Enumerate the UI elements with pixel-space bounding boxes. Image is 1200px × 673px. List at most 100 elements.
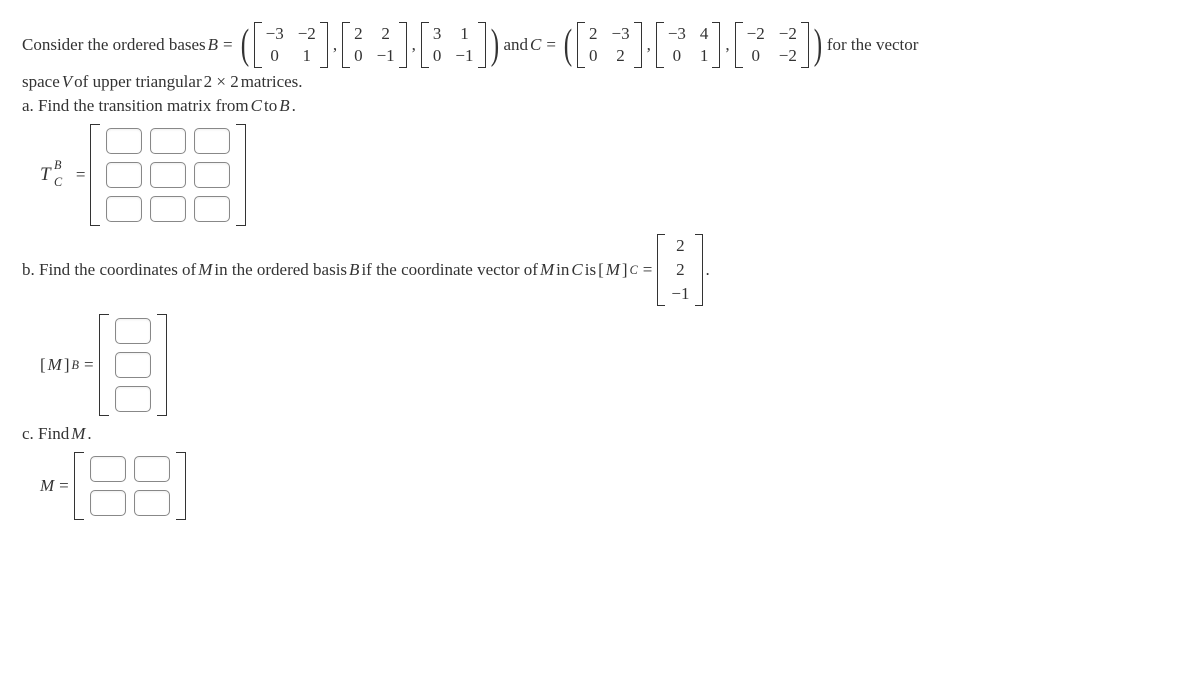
is-text: is	[585, 260, 596, 280]
part-a-text: a. Find the transition matrix from C to …	[22, 96, 1178, 116]
C-matrix-2: −3 4 01	[656, 22, 721, 68]
tcb-input-3-1[interactable]	[106, 196, 142, 222]
tcb-input-2-1[interactable]	[106, 162, 142, 188]
cell: −1	[455, 46, 473, 66]
cell: 0	[266, 46, 284, 66]
sub-C: C	[630, 263, 638, 278]
sym-M: M	[71, 424, 85, 444]
intro-text-4: of upper triangular	[74, 72, 201, 92]
comma: ,	[330, 35, 340, 55]
tcb-input-1-3[interactable]	[194, 128, 230, 154]
cell: −2	[779, 46, 797, 66]
two-by-two: 2 × 2	[204, 72, 239, 92]
rparen-B: )	[490, 24, 498, 66]
cell: −3	[266, 24, 284, 44]
tcb-input-1-2[interactable]	[150, 128, 186, 154]
comma: ,	[644, 35, 654, 55]
cell: 2	[611, 46, 629, 66]
op-eq: =	[220, 35, 236, 55]
part-b-text: b. Find the coordinates of M in the orde…	[22, 234, 1178, 306]
op-eq: =	[56, 476, 72, 496]
sub-B: B	[72, 358, 79, 373]
and-text: and	[504, 35, 529, 55]
cell: −3	[611, 24, 629, 44]
problem-intro-line1: Consider the ordered bases B = ( −3−2 01…	[22, 22, 1178, 68]
tcb-input-2-2[interactable]	[150, 162, 186, 188]
cell: 0	[589, 46, 598, 66]
part-c-label: c. Find	[22, 424, 69, 444]
part-c-answer: M =	[40, 452, 1178, 520]
cell: 2	[671, 236, 689, 256]
sym-C: C	[530, 35, 541, 55]
part-b-label-2: in the ordered basis	[214, 260, 347, 280]
mb-input-2[interactable]	[115, 352, 151, 378]
op-eq: =	[73, 165, 89, 185]
part-a-label: a. Find the transition matrix from	[22, 96, 249, 116]
mb-input-3[interactable]	[115, 386, 151, 412]
rbracket: ]	[622, 260, 628, 280]
cell: 0	[747, 46, 765, 66]
part-c-text: c. Find M .	[22, 424, 1178, 444]
part-b-label-4: in	[556, 260, 569, 280]
B-matrix-3: 31 0−1	[421, 22, 486, 68]
sym-B: B	[349, 260, 359, 280]
intro-text-2: for the vector	[827, 35, 919, 55]
period: .	[292, 96, 296, 116]
sub-C: C	[54, 175, 62, 190]
problem-intro-line2: space V of upper triangular 2 × 2 matric…	[22, 72, 1178, 92]
cell: −2	[298, 24, 316, 44]
rbracket: ]	[64, 355, 70, 375]
sym-M: M	[606, 260, 620, 280]
tcb-input-2-3[interactable]	[194, 162, 230, 188]
part-b-label-1: b. Find the coordinates of	[22, 260, 196, 280]
cell: −1	[377, 46, 395, 66]
sym-V: V	[62, 72, 72, 92]
B-matrix-2: 22 0−1	[342, 22, 407, 68]
m-input-1-2[interactable]	[134, 456, 170, 482]
C-matrix-3: −2−2 0−2	[735, 22, 809, 68]
comma: ,	[722, 35, 732, 55]
cell: 2	[377, 24, 395, 44]
cell: −2	[779, 24, 797, 44]
sym-C: C	[251, 96, 262, 116]
sym-M: M	[48, 355, 62, 375]
intro-text-5: matrices.	[241, 72, 303, 92]
cell: 0	[354, 46, 363, 66]
cell: 1	[700, 46, 709, 66]
intro-text-3: space	[22, 72, 60, 92]
part-b-answer: [M]B =	[40, 314, 1178, 416]
cell: 0	[668, 46, 686, 66]
period: .	[705, 260, 709, 280]
Mc-vector: 2 2 −1	[657, 234, 703, 306]
Mb-vector-input	[99, 314, 167, 416]
cell: −3	[668, 24, 686, 44]
tcb-input-1-1[interactable]	[106, 128, 142, 154]
rparen-C: )	[814, 24, 822, 66]
op-eq: =	[543, 35, 559, 55]
part-b-label-3: if the coordinate vector of	[361, 260, 538, 280]
sym-M: M	[40, 476, 54, 496]
op-eq: =	[640, 260, 656, 280]
sym-T: T	[40, 164, 51, 185]
comma: ,	[409, 35, 419, 55]
part-a-answer: T B C =	[40, 124, 1178, 226]
period: .	[87, 424, 91, 444]
M-matrix-input	[74, 452, 186, 520]
m-input-2-2[interactable]	[134, 490, 170, 516]
tcb-input-3-2[interactable]	[150, 196, 186, 222]
cell: 4	[700, 24, 709, 44]
lbracket: [	[40, 355, 46, 375]
TCB-matrix-input	[90, 124, 246, 226]
sup-B: B	[54, 158, 61, 173]
cell: 3	[433, 24, 442, 44]
sym-C: C	[571, 260, 582, 280]
to-text: to	[264, 96, 277, 116]
m-input-1-1[interactable]	[90, 456, 126, 482]
cell: −2	[747, 24, 765, 44]
TCB-symbol: T B C	[40, 164, 71, 186]
m-input-2-1[interactable]	[90, 490, 126, 516]
tcb-input-3-3[interactable]	[194, 196, 230, 222]
sym-B: B	[208, 35, 218, 55]
lparen-B: (	[240, 24, 248, 66]
mb-input-1[interactable]	[115, 318, 151, 344]
